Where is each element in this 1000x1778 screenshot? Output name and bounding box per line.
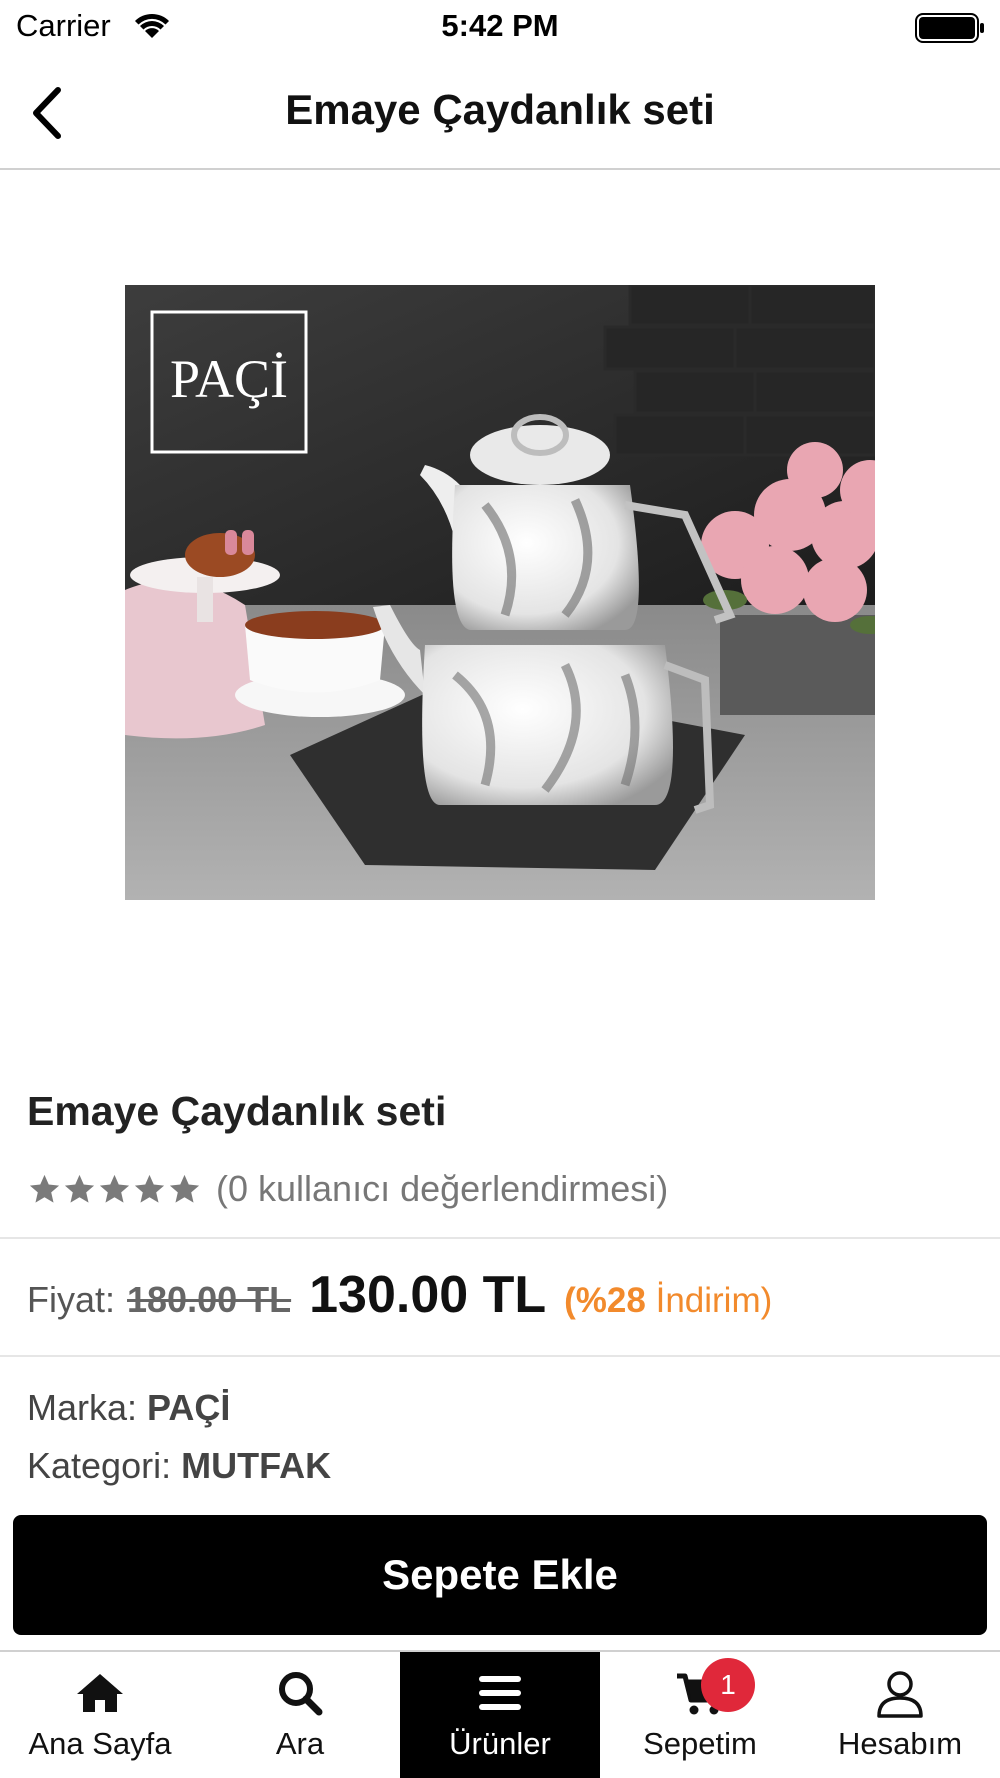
tab-products[interactable]: Ürünler [400,1652,600,1778]
price-row: Fiyat: 180.00 TL 130.00 TL (%28 İndirim) [27,1265,772,1335]
rating-row[interactable]: (0 kullanıcı değerlendirmesi) [27,1164,668,1214]
tab-label: Ana Sayfa [28,1726,172,1761]
menu-icon [479,1676,521,1710]
divider [0,1237,1000,1239]
tab-label: Ürünler [449,1726,551,1761]
navigation-bar: Emaye Çaydanlık seti [0,56,1000,170]
discount-percent: (%28 [564,1281,646,1320]
brand-label: Marka: [27,1387,138,1428]
battery-icon [915,13,984,43]
tab-home[interactable]: Ana Sayfa [0,1652,200,1778]
discount-badge: (%28 İndirim) [564,1281,772,1321]
brand-logo-text: PAÇİ [170,349,288,409]
star-rating [27,1172,202,1207]
star-icon [169,1174,200,1203]
home-icon [77,1674,123,1712]
search-icon [279,1672,323,1716]
product-name: Emaye Çaydanlık seti [27,1088,447,1134]
old-price: 180.00 TL [127,1279,292,1320]
tab-label: Sepetim [643,1726,757,1761]
clock: 5:42 PM [441,8,559,43]
tab-bar: Ana Sayfa Ara Ürünler Sepetim 1 Hesabım [0,1650,1000,1778]
star-icon [29,1174,60,1203]
tab-search[interactable]: Ara [200,1652,400,1778]
add-to-cart-button[interactable]: Sepete Ekle [13,1515,987,1635]
tab-cart[interactable]: Sepetim 1 [600,1652,800,1778]
star-icon [99,1174,130,1203]
product-image: PAÇİ [125,285,875,900]
cart-count-badge: 1 [701,1658,755,1712]
star-icon [64,1174,95,1203]
divider [0,1355,1000,1357]
price-label: Fiyat: [27,1279,116,1320]
current-price: 130.00 TL [309,1266,547,1324]
tab-label: Ara [275,1726,325,1761]
brand-row: Marka: PAÇİ [27,1387,230,1429]
rating-count-text: (0 kullanıcı değerlendirmesi) [216,1168,669,1209]
brand-value[interactable]: PAÇİ [147,1387,230,1428]
category-row: Kategori: MUTFAK [27,1445,331,1487]
status-bar: Carrier 5:42 PM [0,0,1000,56]
category-value[interactable]: MUTFAK [181,1445,331,1486]
user-icon [877,1671,923,1718]
discount-word: İndirim) [655,1281,773,1320]
tab-account[interactable]: Hesabım [800,1652,1000,1778]
tab-label: Hesabım [837,1726,963,1761]
star-icon [134,1174,165,1203]
page-title: Emaye Çaydanlık seti [285,86,715,133]
category-label: Kategori: [27,1445,172,1486]
